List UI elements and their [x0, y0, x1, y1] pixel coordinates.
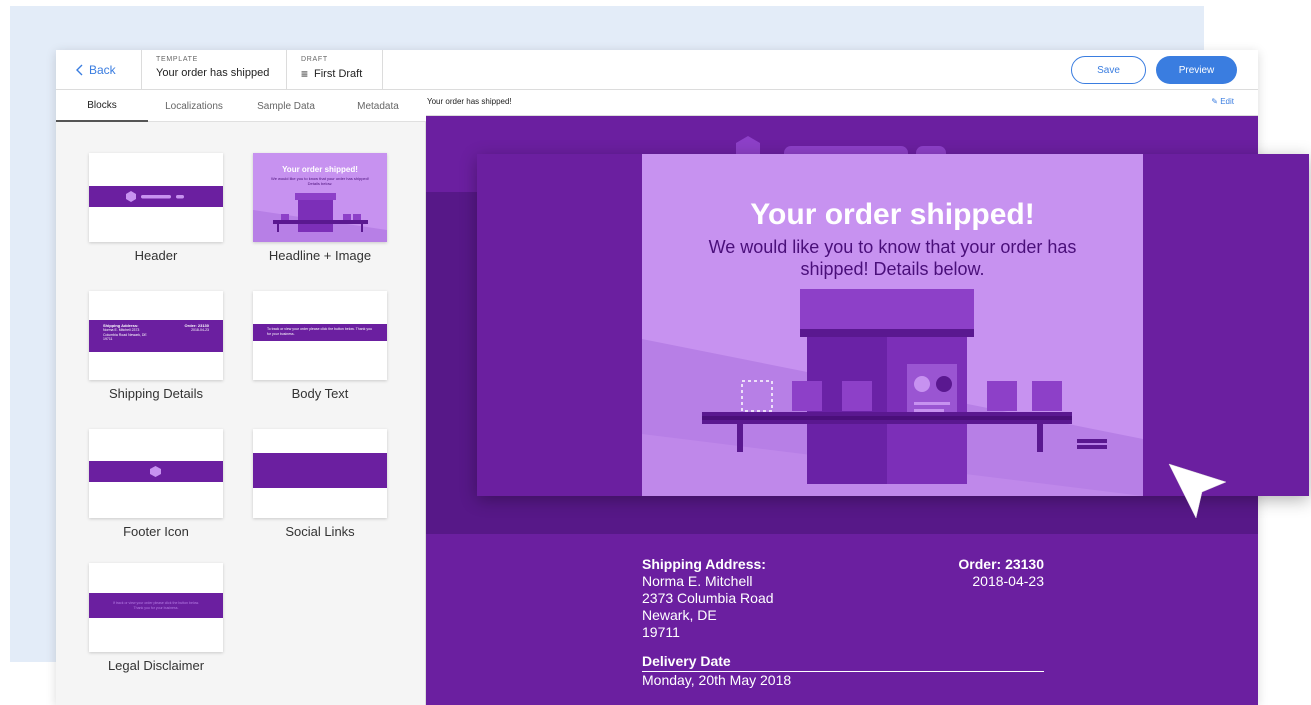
thumb-band: To track or view your order please click… — [253, 324, 387, 341]
dragged-headline-block[interactable]: Your order shipped! We would like you to… — [477, 154, 1309, 496]
preview-button[interactable]: Preview — [1156, 56, 1237, 84]
blocks-sidebar: Blocks Localizations Sample Data Metadat… — [56, 90, 426, 705]
block-label: Shipping Details — [109, 386, 203, 401]
block-label: Footer Icon — [123, 524, 189, 539]
block-thumbnail: If track or view your order please click… — [89, 563, 223, 652]
order-info: Order: 23130 2018-04-23 — [958, 556, 1044, 590]
thumb-order-date: 2018-04-23 — [191, 328, 209, 332]
chevron-left-icon — [76, 64, 83, 76]
draft-caption: DRAFT — [301, 56, 328, 63]
thumb-band — [89, 461, 223, 482]
shipping-city: Newark, DE — [642, 607, 717, 623]
tab-localizations[interactable]: Localizations — [148, 90, 240, 122]
block-label: Legal Disclaimer — [107, 658, 205, 673]
draft-value-row: ≡ First Draft — [301, 67, 382, 81]
tab-metadata[interactable]: Metadata — [332, 90, 424, 122]
block-body-text[interactable]: To track or view your order please click… — [253, 291, 387, 401]
canvas-header: Your order has shipped! ✎ Edit — [426, 90, 1258, 116]
delivery-info: Delivery Date Monday, 20th May 2018 — [642, 653, 1044, 689]
hero-title: Your order shipped! — [750, 198, 1035, 231]
order-number: Order: 23130 — [958, 556, 1044, 572]
block-thumbnail: Your order shipped! We would like you to… — [253, 153, 387, 242]
block-header[interactable]: Header — [89, 153, 223, 263]
edit-label: Edit — [1220, 97, 1234, 106]
template-caption: TEMPLATE — [156, 56, 199, 63]
block-thumbnail — [89, 429, 223, 518]
back-label: Back — [89, 63, 116, 77]
header-logo-icon — [126, 191, 184, 202]
shipping-street: 2373 Columbia Road — [642, 590, 774, 606]
block-footer-icon[interactable]: Footer Icon — [89, 429, 223, 539]
delivery-value: Monday, 20th May 2018 — [642, 672, 792, 688]
top-bar: Back TEMPLATE Your order has shipped DRA… — [56, 50, 1258, 90]
pencil-icon: ✎ — [1211, 97, 1218, 106]
order-date: 2018-04-23 — [972, 573, 1044, 589]
block-thumbnail — [253, 429, 387, 518]
block-label: Body Text — [291, 386, 349, 401]
factory-illustration — [253, 193, 387, 242]
thumb-band — [89, 186, 223, 207]
template-selector[interactable]: TEMPLATE Your order has shipped — [142, 50, 287, 90]
block-label: Social Links — [285, 524, 355, 539]
draft-name: First Draft — [314, 68, 363, 80]
sidebar-tabs: Blocks Localizations Sample Data Metadat… — [56, 90, 426, 122]
draft-selector[interactable]: DRAFT ≡ First Draft — [287, 50, 383, 90]
thumb-title: Your order shipped! — [282, 165, 358, 174]
factory-illustration — [642, 289, 1143, 496]
shipping-details: Shipping Address: Norma E. Mitchell 2373… — [642, 556, 1044, 689]
thumb-band: Shipping Address: Norma E. Mitchell 2373… — [89, 320, 223, 352]
block-headline-image[interactable]: Your order shipped! We would like you to… — [253, 153, 387, 263]
hero-subtitle: We would like you to know that your orde… — [708, 237, 1077, 279]
block-shipping-details[interactable]: Shipping Address: Norma E. Mitchell 2373… — [89, 291, 223, 401]
thumb-body-text: To track or view your order please click… — [267, 327, 372, 336]
thumb-band: If track or view your order please click… — [89, 593, 223, 618]
block-thumbnail — [89, 153, 223, 242]
delivery-label: Delivery Date — [642, 653, 1044, 672]
menu-icon: ≡ — [301, 67, 309, 81]
shipping-zip: 19711 — [642, 624, 680, 640]
block-thumbnail: Shipping Address: Norma E. Mitchell 2373… — [89, 291, 223, 380]
template-name: Your order has shipped — [156, 67, 270, 79]
cursor-pointer-icon — [1168, 463, 1227, 519]
block-social-links[interactable]: Social Links — [253, 429, 387, 539]
thumb-subtitle: We would like you to know that your orde… — [271, 176, 369, 186]
thumb-legal-text: If track or view your order please click… — [113, 601, 199, 610]
back-button[interactable]: Back — [56, 50, 142, 90]
tab-sample-data[interactable]: Sample Data — [240, 90, 332, 122]
block-label: Headline + Image — [268, 248, 372, 263]
hero-content: Your order shipped! We would like you to… — [642, 154, 1143, 496]
hexagon-icon — [150, 466, 161, 477]
block-label: Header — [134, 248, 178, 263]
block-thumbnail: To track or view your order please click… — [253, 291, 387, 380]
edit-button[interactable]: ✎ Edit — [1211, 97, 1234, 106]
thumb-shipping-lines: Norma E. Mitchell 2373 Columbia Road New… — [103, 328, 147, 341]
tab-blocks[interactable]: Blocks — [56, 90, 148, 122]
save-button[interactable]: Save — [1071, 56, 1146, 84]
thumb-band — [253, 453, 387, 488]
block-legal-disclaimer[interactable]: If track or view your order please click… — [89, 563, 223, 673]
email-subject: Your order has shipped! — [427, 97, 512, 106]
